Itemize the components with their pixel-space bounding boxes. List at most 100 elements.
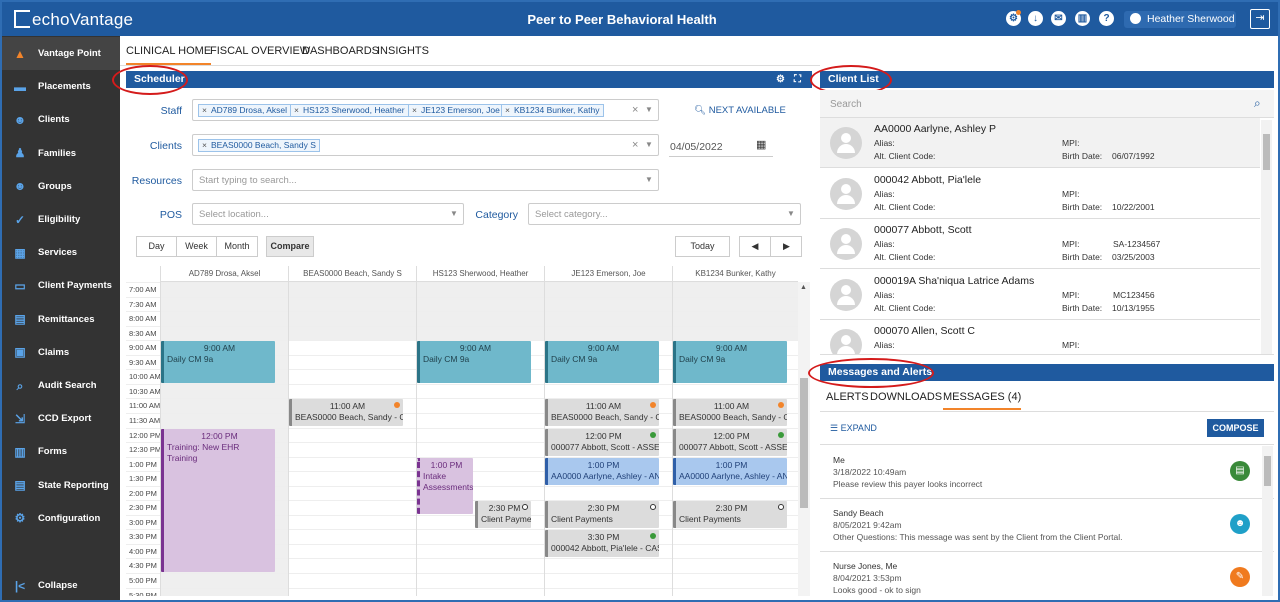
calendar-event[interactable]: 3:30 PM 000042 Abbott, Pia'lele - CASE [545, 530, 659, 558]
calendar-event[interactable]: 2:30 PMClient Payments [673, 501, 787, 529]
sidebar-item-eligibility[interactable]: ✓ Eligibility [2, 203, 120, 236]
calendar-event[interactable]: 9:00 AM Daily CM 9a [545, 341, 659, 383]
client-list-item[interactable]: 000042 Abbott, Pia'lele Alias: Alt. Client… [820, 168, 1260, 219]
today-button[interactable]: Today [675, 236, 730, 257]
bar-chart-icon[interactable]: ▥ [1075, 11, 1090, 26]
clients-select[interactable]: × BEAS0000 Beach, Sandy S × ▼ [192, 134, 659, 156]
prev-arrow-icon[interactable]: ◀ [740, 237, 771, 256]
client-list-item[interactable]: 000077 Abbott, Scott Alias: Alt. Client Co… [820, 219, 1260, 269]
client-list-item[interactable]: 000019A Sha'niqua Latrice Adams Alias: Alt… [820, 269, 1260, 320]
logout-icon[interactable]: ⇥ [1250, 9, 1270, 29]
sidebar-item-audit-search[interactable]: ⌕ Audit Search [2, 369, 120, 402]
client-search[interactable]: Search ⌕ [820, 90, 1274, 118]
help-icon[interactable]: ? [1099, 11, 1114, 26]
compare-view-button[interactable]: Compare [266, 236, 314, 257]
scrollbar-thumb[interactable] [1263, 134, 1270, 170]
scrollbar-thumb[interactable] [1264, 456, 1271, 486]
sidebar-item-placements[interactable]: ▬ Placements [2, 70, 120, 103]
sidebar-item-services[interactable]: ▦ Services [2, 236, 120, 269]
sidebar-item-clients[interactable]: ☻ Clients [2, 103, 120, 136]
staff-chip[interactable]: × KB1234 Bunker, Kathy [501, 104, 604, 117]
sidebar-item-configuration[interactable]: ⚙ Configuration [2, 502, 120, 535]
compose-button[interactable]: COMPOSE [1207, 419, 1264, 437]
sidebar-item-state-reporting[interactable]: ▤ State Reporting [2, 469, 120, 502]
staff-select[interactable]: × AD789 Drosa, Aksel × HS123 Sherwood, Hea… [192, 99, 659, 121]
pencil-icon[interactable]: ✎ [1230, 567, 1250, 587]
expand-icon[interactable]: ⛶ [794, 71, 801, 88]
remove-chip-icon[interactable]: × [202, 140, 207, 150]
day-view-button[interactable]: Day [136, 236, 177, 257]
calendar-event[interactable]: 12:00 PM000077 Abbott, Scott - ASSESS [545, 428, 659, 456]
tab-alerts[interactable]: ALERTS [826, 391, 869, 403]
next-arrow-icon[interactable]: ▶ [771, 237, 802, 256]
message-item[interactable]: Sandy Beach 8/05/2021 9:42am Other Questio… [820, 500, 1274, 552]
remove-chip-icon[interactable]: × [202, 105, 207, 115]
date-field[interactable]: 04/05/2022 ▦ [669, 135, 773, 157]
calendar-event[interactable]: 9:00 AM Daily CM 9a [161, 341, 275, 383]
calendar-event[interactable]: 1:00 PM Intake Assessments [417, 457, 473, 514]
chevron-down-icon[interactable]: ▼ [786, 209, 796, 218]
sidebar-item-remittances[interactable]: ▤ Remittances [2, 303, 120, 336]
calendar-event[interactable]: 9:00 AM Daily CM 9a [417, 341, 531, 383]
remove-chip-icon[interactable]: × [294, 105, 299, 115]
next-available-button[interactable]: 🔍︎ NEXT AVAILABLE [694, 105, 786, 116]
staff-chip[interactable]: × JE123 Emerson, Joe [408, 104, 504, 117]
client-list-scrollbar[interactable] [1261, 120, 1272, 354]
download-icon[interactable]: ↓ [1028, 11, 1043, 26]
category-select[interactable]: Select category... ▼ [528, 203, 801, 225]
sidebar-item-forms[interactable]: ▥ Forms [2, 435, 120, 468]
mail-icon[interactable]: ✉ [1051, 11, 1066, 26]
week-view-button[interactable]: Week [176, 236, 217, 257]
calendar-event[interactable]: 9:00 AM Daily CM 9a [673, 341, 787, 383]
sidebar-item-groups[interactable]: ☻ Groups [2, 170, 120, 203]
calendar-icon[interactable]: ▦ [756, 138, 766, 151]
calendar-event[interactable]: 11:00 AMBEAS0000 Beach, Sandy - CASE [673, 399, 787, 427]
user-menu[interactable]: Heather Sherwood [1124, 11, 1236, 28]
calendar-event[interactable]: 1:00 PMAA0000 Aarlyne, Ashley - ANCMNG [545, 457, 659, 485]
staff-chip[interactable]: × AD789 Drosa, Aksel [198, 104, 292, 117]
tab-clinical-home[interactable]: CLINICAL HOME [126, 45, 212, 65]
clear-icon[interactable]: × [632, 139, 638, 151]
search-icon[interactable]: ⌕ [1254, 96, 1261, 111]
calendar-event[interactable]: 1:00 PMAA0000 Aarlyne, Ashley - ANCMNG [673, 457, 787, 485]
messages-scrollbar[interactable] [1262, 446, 1273, 596]
sidebar-item-client-payments[interactable]: ▭ Client Payments [2, 269, 120, 302]
message-item[interactable]: Me 3/18/2022 10:49am Please review this pa… [820, 447, 1274, 499]
calendar-event[interactable]: 11:00 AMBEAS0000 Beach, Sandy - CASE [545, 399, 659, 427]
resources-select[interactable]: Start typing to search... ▼ [192, 169, 659, 191]
app-logo[interactable]: echoVantage [14, 10, 133, 30]
tab-fiscal-overview[interactable]: FISCAL OVERVIEW [210, 45, 310, 57]
scroll-up-icon[interactable]: ▲ [800, 284, 807, 291]
chevron-down-icon[interactable]: ▼ [644, 140, 654, 149]
tab-dashboards[interactable]: DASHBOARDS [302, 45, 379, 57]
sidebar-item-claims[interactable]: ▣ Claims [2, 336, 120, 369]
client-chip[interactable]: × BEAS0000 Beach, Sandy S [198, 139, 320, 152]
client-list-item[interactable]: AA0000 Aarlyne, Ashley P Alias: Alt. Clien… [820, 118, 1260, 168]
remove-chip-icon[interactable]: × [412, 105, 417, 115]
month-view-button[interactable]: Month [216, 236, 258, 257]
calendar-event[interactable]: 2:30 PMClient Payments [545, 501, 659, 529]
expand-button[interactable]: ☰ EXPAND [830, 423, 877, 434]
collapse-button[interactable]: |< Collapse [2, 569, 120, 600]
sidebar-item-vantage-point[interactable]: ▲ Vantage Point [2, 37, 120, 70]
tab-downloads[interactable]: DOWNLOADS [870, 391, 942, 403]
pos-select[interactable]: Select location... ▼ [192, 203, 464, 225]
settings-gear-icon[interactable]: ⚙ [776, 71, 785, 88]
calendar-event[interactable]: 11:00 AMBEAS0000 Beach, Sandy - CASE [289, 399, 403, 427]
tab-messages[interactable]: MESSAGES (4) [943, 391, 1022, 410]
calendar-scrollbar[interactable]: ▲ [798, 282, 810, 596]
calendar-event[interactable]: 12:00 PM Training: New EHR Training [161, 428, 275, 572]
sidebar-item-ccd-export[interactable]: ⇲ CCD Export [2, 402, 120, 435]
person-icon[interactable]: ☻ [1230, 514, 1250, 534]
tab-insights[interactable]: INSIGHTS [377, 45, 429, 57]
remove-chip-icon[interactable]: × [505, 105, 510, 115]
chevron-down-icon[interactable]: ▼ [644, 175, 654, 184]
calendar-event[interactable]: 12:00 PM000077 Abbott, Scott - ASSESS [673, 428, 787, 456]
document-icon[interactable]: ▤ [1230, 461, 1250, 481]
sidebar-item-families[interactable]: ♟ Families [2, 137, 120, 170]
scrollbar-thumb[interactable] [800, 378, 808, 508]
client-list-item[interactable]: 000070 Allen, Scott C Alias: Alt. Client C… [820, 320, 1260, 354]
chevron-down-icon[interactable]: ▼ [644, 105, 654, 114]
staff-chip[interactable]: × HS123 Sherwood, Heather [290, 104, 409, 117]
clear-icon[interactable]: × [632, 104, 638, 116]
